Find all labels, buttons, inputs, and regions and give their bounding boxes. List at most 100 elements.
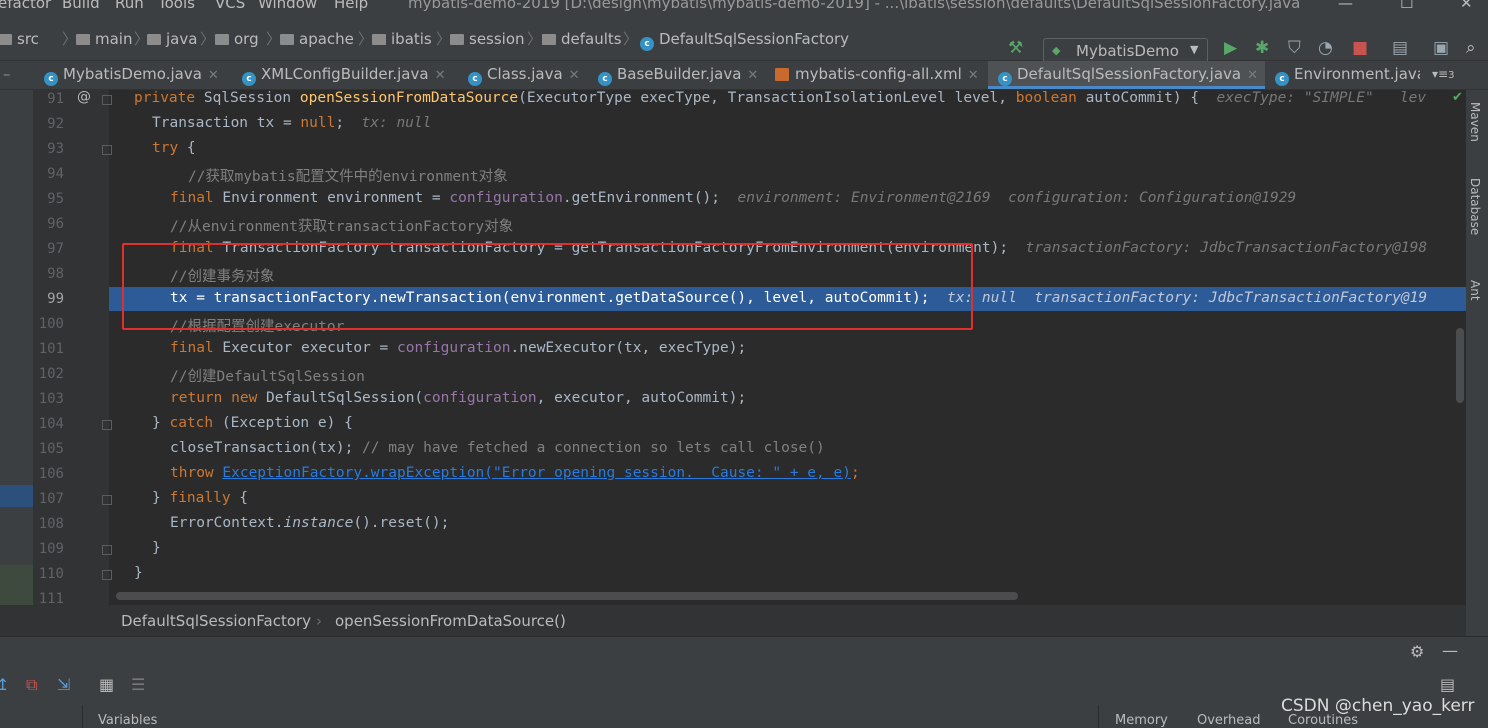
breadcrumb-folder-org[interactable]: org [215,30,259,48]
divider [82,705,83,728]
close-tab-icon[interactable]: ✕ [1247,68,1258,83]
search-icon[interactable]: ⌕ [1466,38,1476,58]
fold-marker-icon[interactable] [102,145,112,155]
vertical-scrollbar[interactable] [1456,328,1464,403]
code-line-109: } [152,540,161,556]
menu-window[interactable]: Window [258,0,317,12]
folder-icon [215,34,229,45]
close-tab-icon[interactable]: ✕ [208,68,219,83]
line-number: 101 [38,341,64,357]
drop-frame-icon[interactable]: ⧉ [26,675,37,695]
chevron-right-icon: 〉 [62,30,78,48]
run-config-icon: ◆ [1052,44,1061,57]
hide-panel-icon[interactable]: — [1442,641,1458,660]
terminal-window-icon[interactable]: ▣ [1433,38,1449,58]
code-line-96: //从environment获取transactionFactory对象 [170,219,514,235]
run-icon[interactable]: ▶ [1224,38,1237,58]
tab-class[interactable]: c Class.java ✕ [468,61,580,89]
project-structure-icon[interactable]: ▤ [1392,38,1408,58]
variables-tab[interactable]: Variables [98,713,157,728]
build-hammer-icon[interactable]: ⚒ [1008,38,1023,58]
step-out-icon[interactable]: ↥ [0,675,9,694]
stop-icon[interactable]: ■ [1352,38,1368,58]
line-number: 94 [47,166,64,182]
navigation-bar: src 〉 main 〉 java 〉 org 〉 apache 〉 ibati… [0,12,1488,65]
menu-tools[interactable]: Tools [158,0,195,12]
fold-marker-icon[interactable] [102,420,112,430]
run-config-label: MybatisDemo [1076,42,1179,60]
class-icon: c [1275,72,1289,86]
tab-defaultsqlsessionfactory[interactable]: c DefaultSqlSessionFactory.java ✕ [988,61,1265,89]
editor-tab-bar: – c MybatisDemo.java ✕ c XMLConfigBuilder.j… [0,61,1488,90]
class-icon: c [242,72,256,86]
code-line-107: } finally { [152,490,249,506]
chevron-right-icon: › [316,612,322,630]
fold-marker-icon[interactable] [102,545,112,555]
tab-basebuilder[interactable]: c BaseBuilder.java ✕ [598,61,758,89]
close-tab-icon[interactable]: ✕ [569,68,580,83]
trace-icon[interactable]: ☰ [131,675,145,694]
breadcrumb-folder-defaults[interactable]: defaults [542,30,622,48]
profile-icon[interactable]: ◔ [1318,38,1333,58]
line-number: 91 [47,91,64,107]
tabs-overflow-menu[interactable]: ▾≡3 [1432,61,1454,89]
settings-gear-icon[interactable]: ⚙ [1410,642,1424,661]
debug-bug-icon[interactable]: ✱ [1255,38,1269,58]
fold-marker-icon[interactable] [102,95,112,105]
menu-build[interactable]: Build [62,0,100,12]
breadcrumb-folder-ibatis[interactable]: ibatis [372,30,432,48]
line-number: 110 [38,566,64,582]
code-breadcrumb-class[interactable]: DefaultSqlSessionFactory [121,612,311,630]
code-line-101: final Executor executor = configuration.… [170,340,747,356]
class-icon: c [998,72,1012,86]
inspection-ok-icon[interactable]: ✔ [1452,90,1463,105]
tab-mybatisdemo[interactable]: c MybatisDemo.java ✕ [44,61,219,89]
chevron-right-icon: 〉 [436,30,452,48]
maximize-icon[interactable]: ☐ [1400,0,1413,12]
close-tab-icon[interactable]: ✕ [968,68,979,83]
close-window-icon[interactable]: ✕ [1460,0,1473,12]
chevron-right-icon: 〉 [527,30,543,48]
overhead-tab[interactable]: Overhead [1197,713,1261,728]
close-tab-icon[interactable]: ✕ [747,68,758,83]
folder-icon [147,34,161,45]
minimize-icon[interactable]: — [1338,0,1353,12]
fold-marker-icon[interactable] [102,570,112,580]
memory-tab[interactable]: Memory [1115,713,1168,728]
folder-icon [0,34,12,45]
maven-tool-button[interactable]: Maven [1468,102,1482,142]
code-breadcrumb-method[interactable]: openSessionFromDataSource() [335,612,566,630]
breadcrumb-class[interactable]: c DefaultSqlSessionFactory [640,30,849,51]
fold-marker-icon[interactable] [102,495,112,505]
tab-mybatis-config-all[interactable]: mybatis-config-all.xml ✕ [775,61,979,89]
override-at-icon: @ [77,89,91,105]
evaluate-expression-icon[interactable]: ▦ [99,675,114,694]
class-icon: c [468,72,482,86]
code-breadcrumb-bar: DefaultSqlSessionFactory › openSessionFr… [0,605,1466,636]
run-to-cursor-icon[interactable]: ⇲ [57,675,70,694]
code-line-105: closeTransaction(tx); // may have fetche… [170,440,825,456]
breadcrumb-folder-main[interactable]: main [76,30,132,48]
menu-vcs[interactable]: VCS [215,0,245,12]
menu-help[interactable]: Help [334,0,368,12]
breadcrumb-folder-session[interactable]: session [450,30,525,48]
debug-panel: ⚙ — ↥ ⧉ ⇲ ▦ ☰ ▤ Variables Memory Overhea… [0,636,1488,728]
database-tool-button[interactable]: Database [1468,178,1482,235]
menu-run[interactable]: Run [115,0,144,12]
breadcrumb-folder-src[interactable]: src [0,30,39,48]
tab-environment[interactable]: c Environment.java [1275,61,1420,89]
coverage-icon[interactable]: ⛉ [1288,38,1301,58]
close-tab-icon[interactable]: ✕ [435,68,446,83]
annotation-highlight-box [122,243,973,330]
breadcrumb-folder-apache[interactable]: apache [280,30,354,48]
code-line-106: throw ExceptionFactory.wrapException("Er… [170,465,860,481]
breadcrumb-folder-java[interactable]: java [147,30,197,48]
horizontal-scrollbar[interactable] [116,592,1018,600]
layout-icon[interactable]: ▤ [1440,675,1455,694]
chevron-right-icon: 〉 [200,30,216,48]
ant-tool-button[interactable]: Ant [1468,280,1482,301]
chevron-right-icon: 〉 [358,30,374,48]
exception-factory-link[interactable]: ExceptionFactory.wrapException("Error op… [222,465,851,481]
tab-xmlconfigbuilder[interactable]: c XMLConfigBuilder.java ✕ [242,61,445,89]
menu-refactor[interactable]: efactor [0,0,51,12]
